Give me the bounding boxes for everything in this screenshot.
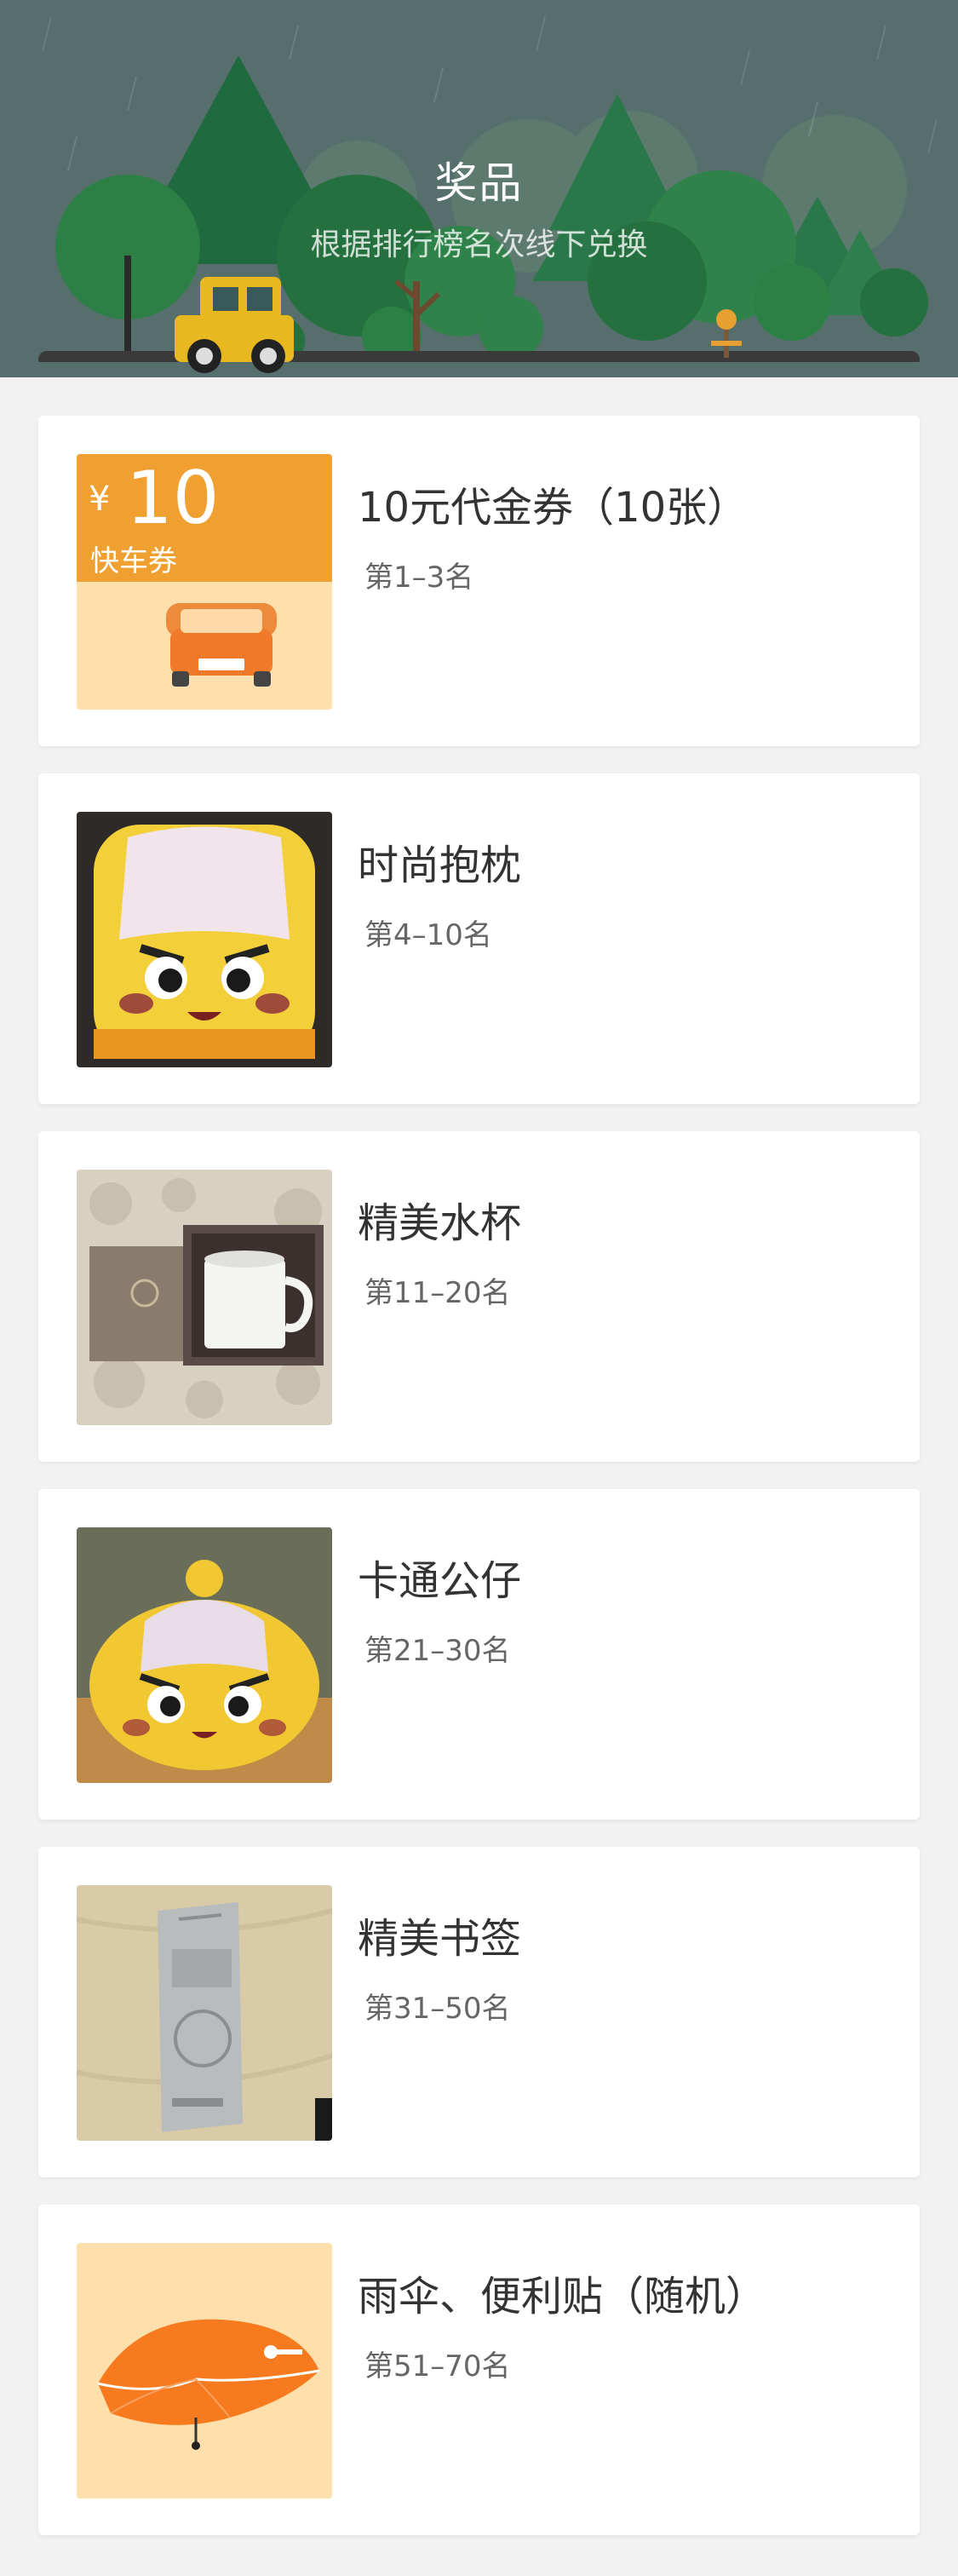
prize-rank: 第11–20名	[364, 1276, 511, 1310]
prize-card[interactable]: ¥ 10 快车券 10元代金券（10张） 第1–3名	[38, 416, 920, 746]
prize-rank: 第4–10名	[364, 918, 492, 952]
prize-name: 精美水杯	[358, 1199, 522, 1247]
prize-name: 精美书签	[358, 1915, 522, 1963]
prize-card[interactable]: 精美书签 第31–50名	[38, 1847, 920, 2177]
bookmark-image	[77, 1885, 332, 2141]
prize-rank: 第51–70名	[364, 2349, 511, 2383]
umbrella-image	[77, 2243, 332, 2498]
prize-card[interactable]: 雨伞、便利贴（随机） 第51–70名	[38, 2205, 920, 2535]
prize-name: 雨伞、便利贴（随机）	[358, 2273, 767, 2320]
page-subtitle: 根据排行榜名次线下兑换	[310, 227, 648, 262]
voucher-currency: ¥	[89, 480, 111, 519]
page-title: 奖品	[434, 158, 524, 208]
prize-rank: 第1–3名	[364, 561, 474, 595]
prize-card[interactable]: 精美水杯 第11–20名	[38, 1131, 920, 1462]
prize-card[interactable]: 卡通公仔 第21–30名	[38, 1489, 920, 1820]
voucher-amount: 10	[126, 456, 220, 541]
prize-name: 10元代金券（10张）	[358, 484, 749, 532]
prize-card[interactable]: 时尚抱枕 第4–10名	[38, 773, 920, 1104]
header-banner: 奖品 根据排行榜名次线下兑换	[0, 0, 958, 377]
prize-rank: 第31–50名	[364, 1992, 511, 2026]
voucher-type: 快车券	[90, 544, 177, 578]
prize-name: 卡通公仔	[358, 1557, 522, 1605]
voucher-image: ¥ 10 快车券	[77, 454, 332, 710]
plush-toy-image	[77, 1527, 332, 1783]
prize-name: 时尚抱枕	[358, 842, 522, 889]
prize-rank: 第21–30名	[364, 1634, 511, 1668]
pillow-image	[77, 812, 332, 1067]
mug-image	[77, 1170, 332, 1425]
